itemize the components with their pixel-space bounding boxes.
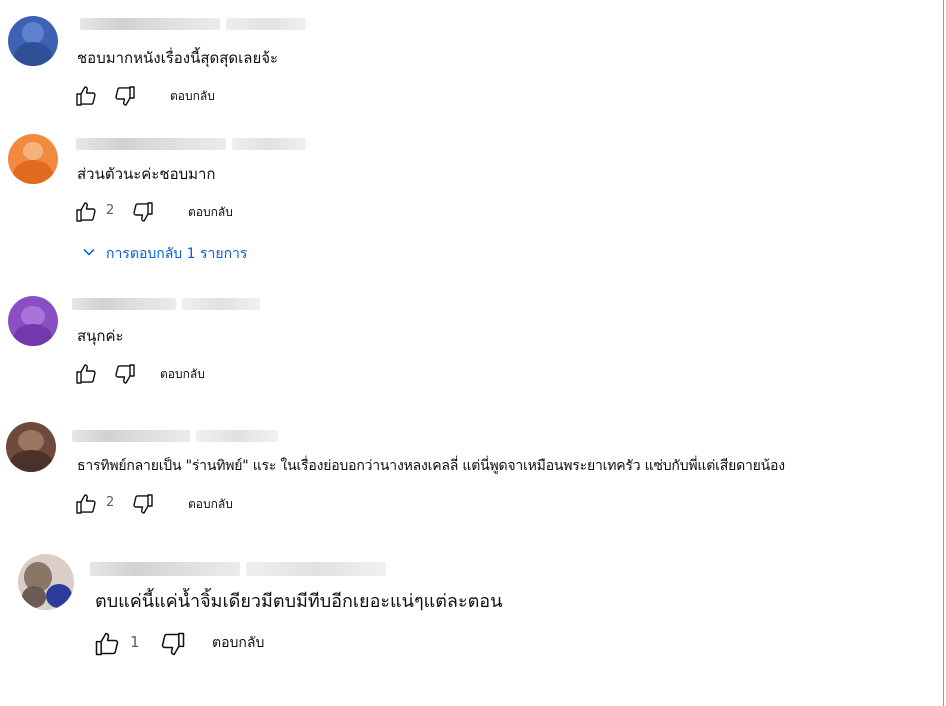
reply-button[interactable]: ตอบกลับ: [160, 364, 205, 384]
thumbs-up-icon[interactable]: [74, 84, 98, 108]
avatar[interactable]: [8, 134, 58, 184]
view-replies-button[interactable]: การตอบกลับ 1 รายการ: [82, 244, 247, 264]
reply-button[interactable]: ตอบกลับ: [188, 494, 233, 514]
comment-item: ชอบมากหนังเรื่องนี้สุดสุดเลยจ้ะ ตอบกลับ: [0, 0, 940, 120]
comment-text: ชอบมากหนังเรื่องนี้สุดสุดเลยจ้ะ: [77, 49, 279, 67]
comment-item: สนุกค่ะ ตอบกลับ: [0, 280, 940, 402]
timestamp-blurred: [232, 138, 306, 150]
username-blurred[interactable]: [72, 298, 176, 310]
thumbs-down-icon[interactable]: [131, 200, 155, 224]
avatar[interactable]: [18, 554, 74, 610]
username-blurred[interactable]: [76, 138, 226, 150]
thumbs-down-icon[interactable]: [159, 630, 187, 658]
avatar[interactable]: [8, 16, 58, 66]
thumbs-up-icon[interactable]: [74, 492, 98, 516]
thumbs-down-icon[interactable]: [113, 362, 137, 386]
view-replies-label: การตอบกลับ 1 รายการ: [106, 246, 248, 262]
thumbs-up-icon[interactable]: [74, 200, 98, 224]
thumbs-up-icon[interactable]: [93, 630, 121, 658]
thumbs-down-icon[interactable]: [131, 492, 155, 516]
username-blurred[interactable]: [72, 430, 190, 442]
username-blurred[interactable]: [80, 18, 220, 30]
like-count: 2: [106, 203, 115, 218]
comment-item: ตบแค่นี้แค่น้ำจิ้มเดียวมีตบมีทีบอีกเยอะแ…: [0, 532, 940, 706]
avatar[interactable]: [8, 296, 58, 346]
like-count: 1: [130, 633, 140, 651]
timestamp-blurred: [226, 18, 306, 30]
reply-button[interactable]: ตอบกลับ: [170, 86, 215, 106]
thumbs-up-icon[interactable]: [74, 362, 98, 386]
reply-button[interactable]: ตอบกลับ: [188, 202, 233, 222]
timestamp-blurred: [246, 562, 386, 576]
chevron-down-icon: [83, 248, 95, 256]
comment-text: ส่วนตัวนะค่ะชอบมาก: [77, 165, 216, 183]
timestamp-blurred: [196, 430, 278, 442]
reply-button[interactable]: ตอบกลับ: [212, 633, 264, 653]
comment-item: ส่วนตัวนะค่ะชอบมาก 2 ตอบกลับ การตอบกลับ …: [0, 120, 940, 280]
comment-text: ตบแค่นี้แค่น้ำจิ้มเดียวมีตบมีทีบอีกเยอะแ…: [95, 591, 503, 612]
avatar[interactable]: [6, 422, 56, 472]
comment-item: ธารทิพย์กลายเป็น "ร่านทิพย์" แระ ในเรื่อ…: [0, 402, 940, 532]
timestamp-blurred: [182, 298, 260, 310]
comment-text: สนุกค่ะ: [77, 327, 124, 345]
panel-edge: [943, 0, 944, 706]
comment-text: ธารทิพย์กลายเป็น "ร่านทิพย์" แระ ในเรื่อ…: [77, 458, 785, 474]
username-blurred[interactable]: [90, 562, 240, 576]
thumbs-down-icon[interactable]: [113, 84, 137, 108]
like-count: 2: [106, 495, 115, 510]
